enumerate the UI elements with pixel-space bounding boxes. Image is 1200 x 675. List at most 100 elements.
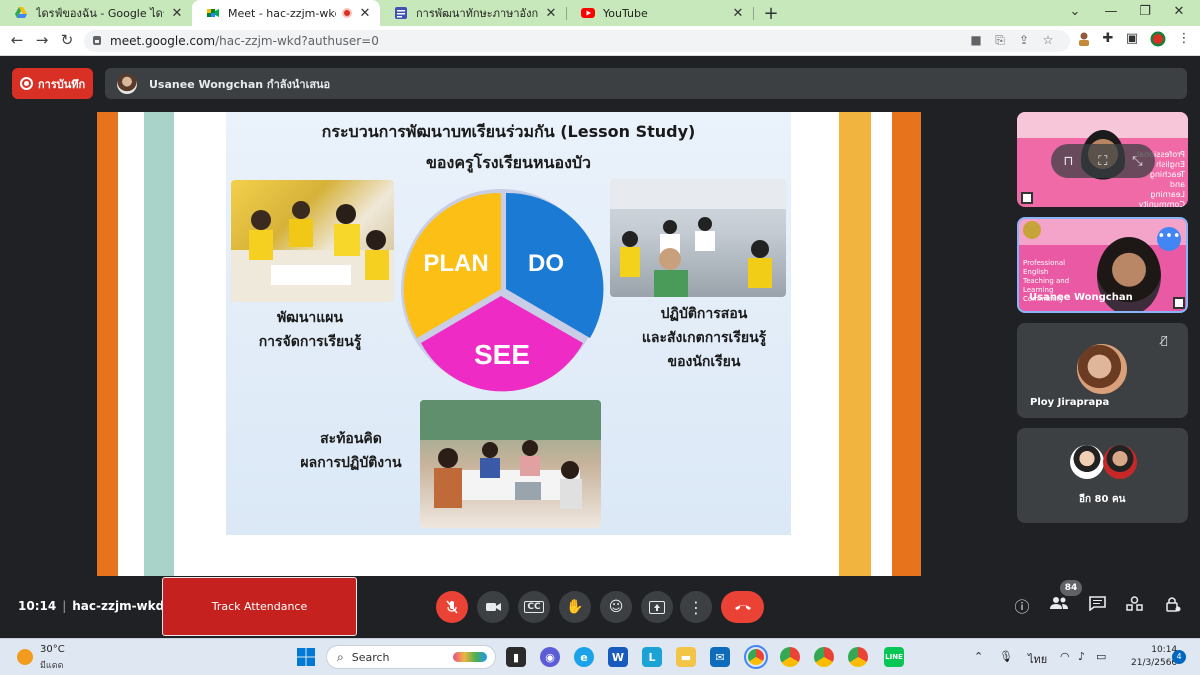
participant-name: Usanee Wongchan: [1029, 292, 1133, 303]
chrome-profile-1-icon[interactable]: [744, 645, 768, 669]
plan-label: PLAN: [423, 250, 488, 277]
meeting-details-icon[interactable]: ⓘ: [1011, 596, 1033, 618]
meeting-time: 10:14: [18, 599, 57, 613]
weather-temperature[interactable]: 30°C: [40, 644, 65, 655]
recording-button[interactable]: การบันทึก: [12, 68, 93, 99]
leave-call-button[interactable]: [721, 591, 764, 623]
see-label: SEE: [474, 339, 530, 370]
plan-do-see-cycle: PLAN DO SEE: [401, 189, 604, 392]
tab-search-icon[interactable]: ⌄: [1064, 4, 1086, 19]
raise-hand-button[interactable]: ✋: [559, 591, 591, 623]
presenter-text: Usanee Wongchan กำลังนำเสนอ: [149, 77, 331, 91]
extensions-puzzle-icon[interactable]: ✚: [1098, 31, 1118, 46]
microphone-tray-icon[interactable]: 🎙: [999, 650, 1013, 663]
meeting-info: 10:14 | hac-zzjm-wkd: [18, 599, 165, 613]
chrome-profile-3-icon[interactable]: [814, 647, 834, 667]
search-highlight-icon: [453, 652, 487, 662]
minimize-tile-icon[interactable]: ⤡: [1132, 154, 1142, 169]
edge-browser-icon[interactable]: e: [574, 647, 594, 667]
screen-share-tile[interactable]: Professional English Teaching and Learni…: [1017, 112, 1188, 207]
close-window-button[interactable]: ✕: [1168, 4, 1190, 19]
task-view-icon[interactable]: ▮: [506, 647, 526, 667]
slide-border-stripe: [144, 112, 174, 576]
participant-avatar: [1103, 445, 1137, 479]
present-screen-button[interactable]: [641, 591, 673, 623]
camera-button[interactable]: [477, 591, 509, 623]
close-tab-icon[interactable]: ✕: [544, 6, 558, 21]
lock-icon[interactable]: [93, 36, 101, 45]
tab-title: YouTube: [603, 6, 648, 20]
taskbar-search-box[interactable]: ⌕ Search: [326, 645, 496, 669]
reactions-button[interactable]: ☺: [600, 591, 632, 623]
tab-separator: [753, 7, 754, 20]
tab-google-meet[interactable]: Meet - hac-zzjm-wkd ✕: [192, 0, 380, 26]
tile-hover-controls: ⊓ ⛶ ⤡: [1051, 144, 1155, 178]
start-menu-windows-icon[interactable]: [296, 647, 316, 667]
close-tab-icon[interactable]: ✕: [731, 6, 745, 21]
pin-icon[interactable]: ⊓: [1063, 154, 1073, 169]
notification-badge[interactable]: 4: [1172, 650, 1186, 664]
teams-chat-icon[interactable]: ◉: [540, 647, 560, 667]
address-bar[interactable]: meet.google.com/hac-zzjm-wkd?authuser=0 …: [84, 30, 1070, 52]
lesson-app-icon[interactable]: L: [642, 647, 662, 667]
host-controls-icon[interactable]: [1161, 596, 1183, 618]
participant-count-badge: 84: [1060, 580, 1082, 596]
show-hidden-icons-chevron-icon[interactable]: ⌃: [974, 650, 983, 663]
share-icon[interactable]: ⇪: [1016, 33, 1032, 47]
windows-taskbar: 30°C มีแดด ⌕ Search ▮ ◉ e W L ▬ ✉ LINE ⌃…: [0, 638, 1200, 675]
chrome-profile-4-icon[interactable]: [848, 647, 868, 667]
line-app-icon[interactable]: LINE: [884, 647, 904, 667]
activities-icon[interactable]: [1123, 596, 1145, 618]
taskbar-clock[interactable]: 10:14 21/3/2566: [1131, 644, 1177, 670]
more-participants-label: อีก 80 คน: [1079, 494, 1126, 505]
language-indicator[interactable]: ไทย: [1028, 650, 1047, 668]
mail-icon[interactable]: ✉: [710, 647, 730, 667]
tab-title: ไดรฟ์ของฉัน - Google ไดรฟ์: [36, 7, 164, 20]
tab-google-forms[interactable]: การพัฒนาทักษะภาษาอังกฤษ English ✕: [380, 0, 566, 26]
captions-button[interactable]: CC: [518, 591, 550, 623]
wifi-icon[interactable]: ◠: [1060, 650, 1070, 663]
track-attendance-button[interactable]: Track Attendance: [162, 577, 357, 636]
file-explorer-icon[interactable]: ▬: [676, 647, 696, 667]
profile-avatar-icon[interactable]: [1148, 31, 1168, 51]
people-icon[interactable]: [1048, 596, 1070, 618]
minimize-window-button[interactable]: —: [1100, 4, 1122, 19]
side-panel-icon[interactable]: ▣: [1122, 31, 1142, 46]
bookmark-star-icon[interactable]: ☆: [1040, 33, 1056, 47]
forward-arrow-icon[interactable]: →: [32, 31, 52, 49]
new-tab-button[interactable]: +: [760, 3, 782, 24]
extension-avatar-icon[interactable]: [1074, 31, 1094, 51]
translate-icon[interactable]: ⎘: [992, 33, 1008, 48]
reload-icon[interactable]: ↻: [57, 31, 77, 49]
back-arrow-icon[interactable]: ←: [7, 31, 27, 49]
hand-icon: ✋: [566, 599, 584, 615]
teaching-photo: [610, 179, 786, 297]
more-options-icon[interactable]: •••: [1157, 227, 1181, 251]
chat-icon[interactable]: [1086, 596, 1108, 618]
word-icon[interactable]: W: [608, 647, 628, 667]
participant-tile-ploy[interactable]: 🎙̸ Ploy Jiraprapa: [1017, 323, 1188, 418]
tab-youtube[interactable]: YouTube ✕: [567, 0, 753, 26]
sun-weather-icon[interactable]: [17, 649, 33, 665]
volume-icon[interactable]: ♪: [1078, 650, 1085, 663]
microphone-muted-button[interactable]: [436, 591, 468, 623]
battery-icon[interactable]: ▭: [1096, 650, 1106, 663]
weather-description[interactable]: มีแดด: [40, 658, 63, 672]
url-text[interactable]: meet.google.com/hac-zzjm-wkd?authuser=0: [110, 34, 379, 48]
browser-menu-icon[interactable]: ⋮: [1174, 31, 1194, 46]
participant-tile-usanee[interactable]: Professional English Teaching and Learni…: [1017, 217, 1188, 313]
recording-indicator-icon: [342, 8, 352, 18]
close-tab-icon[interactable]: ✕: [170, 6, 184, 21]
chrome-profile-2-icon[interactable]: [780, 647, 800, 667]
planning-photo: [231, 180, 394, 302]
more-options-button[interactable]: ⋮: [680, 591, 712, 623]
camera-permission-icon[interactable]: ■: [968, 33, 984, 47]
browser-tab-strip: ไดรฟ์ของฉัน - Google ไดรฟ์ ✕ Meet - hac-…: [0, 0, 1200, 26]
youtube-icon: [581, 6, 595, 20]
close-tab-icon[interactable]: ✕: [358, 6, 372, 21]
tab-google-drive[interactable]: ไดรฟ์ของฉัน - Google ไดรฟ์ ✕: [0, 0, 192, 26]
fullscreen-icon[interactable]: ⛶: [1098, 154, 1107, 169]
more-participants-tile[interactable]: อีก 80 คน: [1017, 428, 1188, 523]
restore-window-button[interactable]: ❐: [1134, 4, 1156, 19]
slide-border-stripe: [839, 112, 871, 576]
